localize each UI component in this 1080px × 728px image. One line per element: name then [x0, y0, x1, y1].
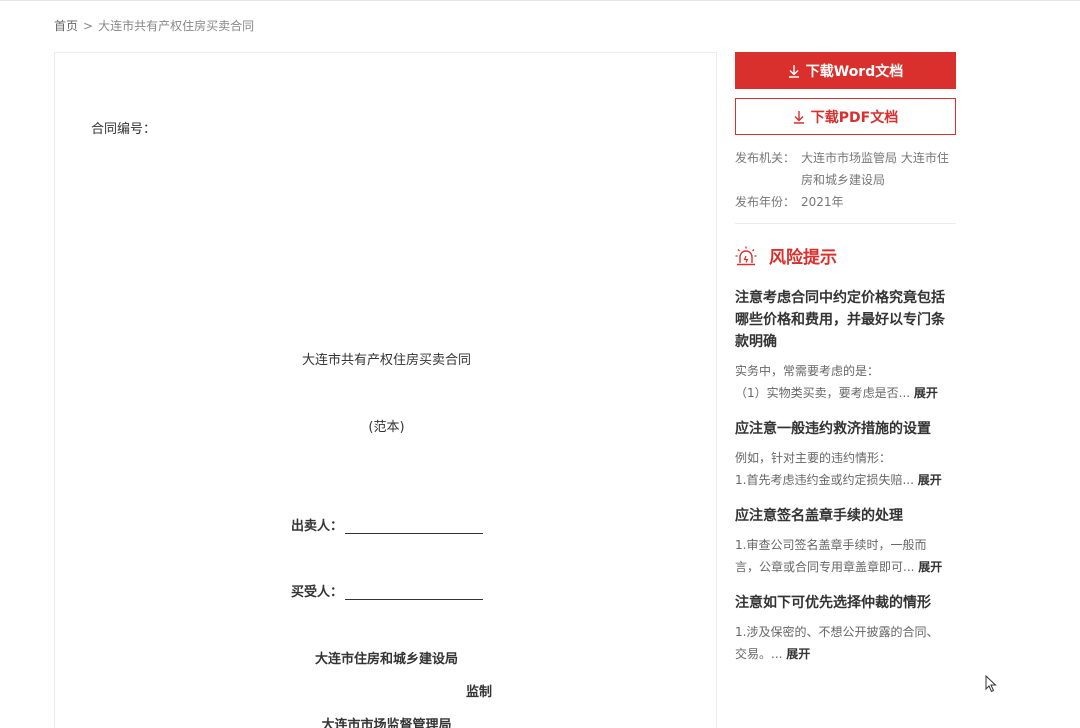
risk-tip-title: 应注意一般违约救济措施的设置 [735, 421, 931, 437]
contract-number-label: 合同编号： [91, 122, 157, 137]
document-title: 大连市共有产权住房买卖合同 [301, 353, 471, 368]
top-divider [0, 0, 1080, 1]
breadcrumb-home-link[interactable]: 首页 [54, 19, 78, 33]
risk-tip: 注意如下可优先选择仲裁的情形 1.涉及保密的、不想公开披露的合同、 交易。...… [735, 592, 956, 665]
buyer-blank-line [345, 586, 484, 600]
breadcrumb: 首页 > 大连市共有产权住房买卖合同 [54, 17, 254, 34]
sidebar: 下载Word文档 下载PDF文档 发布机关： 大连市市场监管局 大连市住房和城乡… [735, 52, 956, 665]
breadcrumb-separator: > [83, 19, 94, 33]
risk-tip-line: 例如，针对主要的违约情形： [735, 451, 892, 465]
year-value: 2021年 [801, 195, 844, 209]
year-label: 发布年份： [735, 195, 796, 209]
download-icon [788, 64, 799, 78]
year-row: 发布年份： 2021年 [735, 191, 956, 213]
publisher-value: 大连市市场监管局 大连市住房和城乡建设局 [801, 151, 949, 187]
sidebar-divider [735, 223, 956, 224]
download-word-button[interactable]: 下载Word文档 [735, 52, 956, 89]
document-preview[interactable]: 合同编号： 大连市共有产权住房买卖合同 (范本) 出卖人： 买受人： 大连市住房… [54, 52, 717, 728]
document-meta: 发布机关： 大连市市场监管局 大连市住房和城乡建设局 发布年份： 2021年 [735, 147, 956, 213]
risk-header: 风险提示 [735, 243, 956, 268]
risk-tip-body: 实务中，常需要考虑的是： （1）实物类买卖，要考虑是否... 展开 [735, 360, 956, 404]
breadcrumb-current: 大连市共有产权住房买卖合同 [98, 19, 255, 33]
download-pdf-button[interactable]: 下载PDF文档 [735, 98, 956, 135]
download-word-label: 下载Word文档 [805, 63, 904, 80]
mouse-cursor-icon [985, 675, 997, 693]
document-subtitle: (范本) [368, 420, 405, 435]
risk-tip-excerpt: 言，公章或合同专用章盖章即可... [735, 560, 915, 574]
issuer-market-bureau: 大连市市场监督管理局 [321, 718, 452, 728]
supervise-label: 监制 [466, 685, 493, 700]
risk-tip-line: 1.涉及保密的、不想公开披露的合同、 [735, 625, 939, 639]
risk-tip: 注意考虑合同中约定价格究竟包括哪些价格和费用，并最好以专门条款明确 实务中，常需… [735, 287, 956, 404]
risk-tip-body: 1.涉及保密的、不想公开披露的合同、 交易。... 展开 [735, 621, 956, 665]
download-pdf-label: 下载PDF文档 [810, 109, 899, 126]
risk-tip-excerpt: （1）实物类买卖，要考虑是否... [735, 386, 911, 400]
expand-link[interactable]: 展开 [918, 473, 942, 487]
buyer-label: 买受人： [291, 585, 344, 600]
seller-label: 出卖人： [291, 519, 344, 534]
publisher-label: 发布机关： [735, 151, 796, 165]
risk-tip-excerpt: 交易。... [735, 647, 783, 661]
risk-tip-title: 注意如下可优先选择仲裁的情形 [735, 595, 931, 611]
risk-tip-body: 例如，针对主要的违约情形： 1.首先考虑违约金或约定损失赔... 展开 [735, 447, 956, 491]
risk-tip-line: 实务中，常需要考虑的是： [735, 364, 880, 378]
risk-title: 风险提示 [769, 248, 837, 268]
seller-blank-line [345, 520, 484, 534]
expand-link[interactable]: 展开 [914, 386, 938, 400]
expand-link[interactable]: 展开 [786, 647, 810, 661]
buyer-field: 买受人： [291, 581, 484, 600]
risk-tip-line: （1）实物类买卖，要考虑是否... 展开 [735, 382, 956, 404]
risk-tip-line: 1.审查公司签名盖章手续时，一般而 [735, 538, 927, 552]
risk-tip: 应注意一般违约救济措施的设置 例如，针对主要的违约情形： 1.首先考虑违约金或约… [735, 418, 956, 491]
risk-tip-title: 注意考虑合同中约定价格究竟包括哪些价格和费用，并最好以专门条款明确 [735, 290, 945, 350]
publisher-row: 发布机关： 大连市市场监管局 大连市住房和城乡建设局 [735, 147, 956, 191]
risk-tip-line: 交易。... 展开 [735, 643, 956, 665]
risk-tip-body: 1.审查公司签名盖章手续时，一般而 言，公章或合同专用章盖章即可... 展开 [735, 534, 956, 578]
download-icon [793, 110, 804, 124]
risk-tip-line: 1.首先考虑违约金或约定损失赔... 展开 [735, 469, 956, 491]
alarm-light-icon [735, 246, 757, 265]
risk-tip-title: 应注意签名盖章手续的处理 [735, 508, 903, 524]
risk-tip: 应注意签名盖章手续的处理 1.审查公司签名盖章手续时，一般而 言，公章或合同专用… [735, 505, 956, 578]
expand-link[interactable]: 展开 [918, 560, 942, 574]
risk-tip-excerpt: 1.首先考虑违约金或约定损失赔... [735, 473, 914, 487]
seller-field: 出卖人： [291, 515, 484, 534]
risk-tip-line: 言，公章或合同专用章盖章即可... 展开 [735, 556, 956, 578]
issuer-housing-bureau: 大连市住房和城乡建设局 [314, 652, 458, 667]
